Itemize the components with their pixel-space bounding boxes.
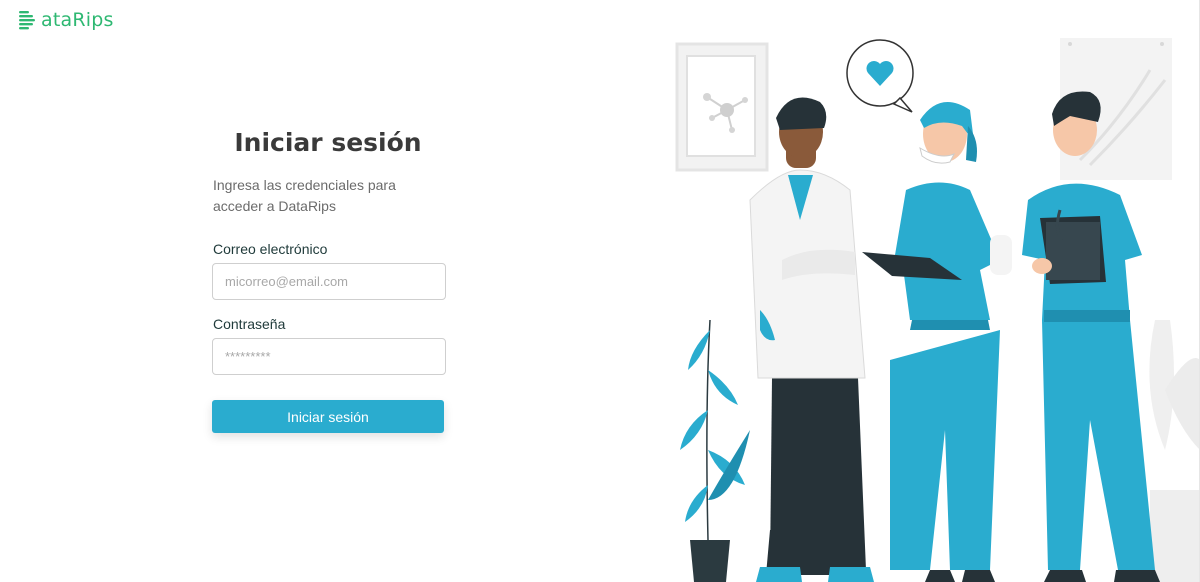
email-field[interactable] bbox=[212, 263, 446, 300]
page-subtitle: Ingresa las credenciales para acceder a … bbox=[213, 177, 396, 214]
login-button[interactable]: Iniciar sesión bbox=[212, 400, 444, 433]
background-plant-icon bbox=[1149, 320, 1200, 582]
password-label: Contraseña bbox=[213, 316, 286, 332]
login-form: Iniciar sesión Ingresa las credenciales … bbox=[212, 128, 446, 433]
nurse-figure bbox=[862, 102, 1012, 582]
brand-logo[interactable]: ataRips bbox=[18, 6, 114, 34]
email-label: Correo electrónico bbox=[213, 241, 328, 257]
molecule-frame-icon bbox=[675, 42, 769, 172]
page-title: Iniciar sesión bbox=[234, 128, 422, 157]
datarips-logo-icon bbox=[19, 11, 35, 30]
doctor-figure bbox=[749, 97, 874, 582]
medical-staff-illustration bbox=[675, 38, 1200, 582]
heart-speech-bubble-icon bbox=[846, 39, 914, 113]
brand-name: ataRips bbox=[41, 9, 114, 31]
potted-plant-icon bbox=[680, 319, 750, 582]
password-field[interactable] bbox=[212, 338, 446, 375]
